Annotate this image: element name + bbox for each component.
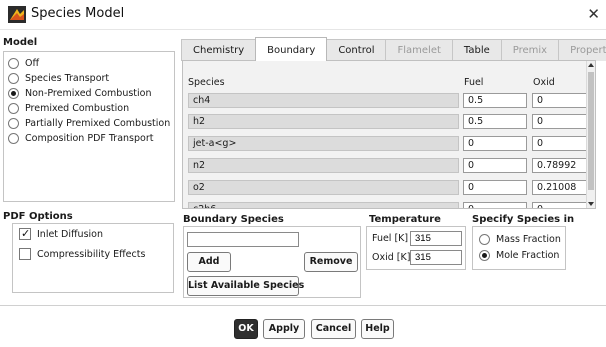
fuel-value-field[interactable]: 0.5: [463, 114, 527, 129]
fuel-temperature-input[interactable]: [410, 231, 462, 246]
tab-chemistry[interactable]: Chemistry: [181, 39, 257, 61]
model-option-composition-pdf[interactable]: Composition PDF Transport: [8, 131, 153, 145]
model-option-partially-premixed[interactable]: Partially Premixed Combustion: [8, 116, 170, 130]
apply-button[interactable]: Apply: [263, 319, 305, 339]
radio-non-premixed[interactable]: [8, 87, 19, 99]
species-cell: n2: [188, 158, 459, 173]
cancel-button[interactable]: Cancel: [311, 319, 356, 339]
tab-table[interactable]: Table: [451, 39, 502, 61]
radio-mole-fraction[interactable]: [479, 249, 490, 261]
scroll-thumb[interactable]: [588, 72, 594, 190]
close-icon[interactable]: ✕: [587, 5, 600, 23]
scroll-down-icon[interactable]: [588, 202, 594, 206]
model-panel: Off Species Transport Non-Premixed Combu…: [3, 51, 175, 202]
window-title: Species Model: [31, 6, 125, 21]
model-option-species-transport[interactable]: Species Transport: [8, 71, 109, 85]
tab-control[interactable]: Control: [326, 39, 387, 61]
tab-premix[interactable]: Premix: [500, 39, 560, 61]
title-bar: Species Model ✕: [0, 0, 606, 30]
inlet-diffusion-label: Inlet Diffusion: [37, 229, 103, 240]
radio-label: Partially Premixed Combustion: [25, 117, 171, 129]
fuel-temp-label: Fuel [K]: [372, 233, 409, 244]
help-button[interactable]: Help: [361, 319, 394, 339]
radio-label: Off: [25, 57, 40, 69]
tab-bar: Chemistry Boundary Control Flamelet Tabl…: [181, 37, 606, 61]
radio-label: Mole Fraction: [496, 249, 560, 261]
radio-partially-premixed[interactable]: [8, 117, 19, 129]
list-available-species-button[interactable]: List Available Species: [187, 276, 304, 296]
specify-species-label: Specify Species in: [472, 214, 575, 225]
boundary-table: Species Fuel Oxid ch4 0.5 0 h2 0.5 0 jet…: [182, 60, 596, 209]
radio-label: Premixed Combustion: [25, 102, 130, 114]
column-header-oxid: Oxid: [533, 77, 555, 88]
radio-mass-fraction[interactable]: [479, 233, 490, 245]
fuel-value-field[interactable]: 0: [463, 136, 527, 151]
species-cell: jet-a<g>: [188, 136, 459, 151]
mass-fraction-option[interactable]: Mass Fraction: [479, 232, 561, 246]
tab-boundary[interactable]: Boundary: [255, 37, 328, 61]
mole-fraction-option[interactable]: Mole Fraction: [479, 248, 559, 262]
column-header-fuel: Fuel: [464, 77, 484, 88]
radio-premixed[interactable]: [8, 102, 19, 114]
radio-label: Non-Premixed Combustion: [25, 87, 152, 99]
model-option-non-premixed[interactable]: Non-Premixed Combustion: [8, 86, 152, 100]
tab-flamelet[interactable]: Flamelet: [385, 39, 453, 61]
radio-label: Composition PDF Transport: [25, 132, 154, 144]
checkmark-icon: ✓: [21, 227, 31, 240]
radio-species-transport[interactable]: [8, 72, 19, 84]
compressibility-checkbox[interactable]: [19, 248, 31, 260]
table-scrollbar[interactable]: [586, 61, 595, 208]
temperature-label: Temperature: [369, 214, 441, 225]
radio-composition-pdf[interactable]: [8, 132, 19, 144]
ok-button[interactable]: OK: [234, 319, 258, 339]
fuel-value-field[interactable]: 0: [463, 158, 527, 173]
oxid-temp-label: Oxid [K]: [372, 252, 411, 263]
footer-divider: [0, 305, 606, 306]
fuel-value-field[interactable]: 0.5: [463, 93, 527, 108]
remove-species-button[interactable]: Remove: [304, 252, 358, 272]
model-option-premixed[interactable]: Premixed Combustion: [8, 101, 129, 115]
inlet-diffusion-checkbox[interactable]: ✓: [19, 227, 31, 240]
species-cell: c2h6: [188, 202, 459, 208]
compressibility-label: Compressibility Effects: [37, 249, 146, 260]
radio-label: Mass Fraction: [496, 233, 561, 245]
fuel-value-field[interactable]: 0: [463, 180, 527, 195]
species-cell: o2: [188, 180, 459, 195]
scroll-up-icon[interactable]: [588, 63, 594, 67]
radio-off[interactable]: [8, 57, 19, 69]
tab-properties[interactable]: Properties: [558, 39, 606, 61]
model-label: Model: [3, 37, 38, 48]
boundary-species-label: Boundary Species: [183, 214, 284, 225]
species-cell: h2: [188, 114, 459, 129]
pdf-options-label: PDF Options: [3, 211, 73, 222]
model-option-off[interactable]: Off: [8, 56, 39, 70]
column-header-species: Species: [188, 77, 225, 88]
boundary-species-input[interactable]: [187, 232, 299, 247]
fuel-value-field[interactable]: 0: [463, 202, 527, 208]
add-species-button[interactable]: Add: [187, 252, 231, 272]
fluent-logo-icon: [8, 6, 26, 23]
species-cell: ch4: [188, 93, 459, 108]
radio-label: Species Transport: [25, 72, 110, 84]
oxid-temperature-input[interactable]: [410, 250, 462, 265]
